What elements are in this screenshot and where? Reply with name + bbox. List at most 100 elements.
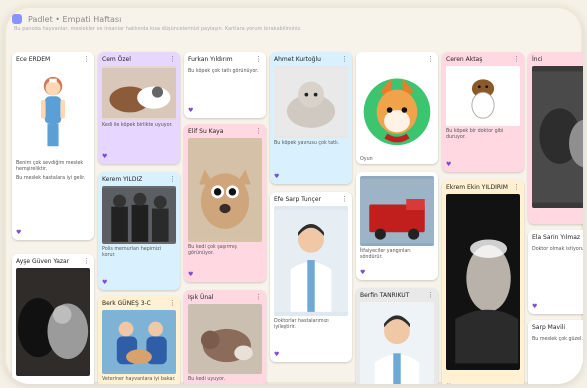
card[interactable]: Ayşe Güven Yazar ⋮: [12, 254, 94, 384]
card[interactable]: Elif Su Kaya ⋮ Bu kedi çok şaşırmış görü…: [184, 124, 266, 282]
card-menu-icon[interactable]: ⋮: [341, 195, 348, 203]
heart-icon[interactable]: ♥: [16, 229, 21, 236]
card-author: Ayşe Güven Yazar: [16, 257, 70, 265]
card[interactable]: Ceren Aktaş ⋮ Bu köpek bir doktor gibi du…: [442, 52, 524, 172]
doctor-image-2: [360, 305, 434, 384]
card[interactable]: Furkan Yıldırım ⋮ Bu köpek çok tatlı görü…: [184, 52, 266, 118]
card-author: Efe Sarp Tunçer: [274, 195, 321, 203]
card-author: Ela Sarin Yılmaz: [532, 233, 581, 241]
corgi-illustration: [360, 66, 434, 154]
doctor-dog-icon: [446, 68, 520, 124]
heart-icon[interactable]: ♥: [188, 107, 193, 114]
card-text: Doktor olmak istiyorum.: [532, 247, 583, 252]
card-author: Sarp Mavili: [532, 323, 566, 331]
card[interactable]: Berfin TANRIKUT ⋮: [356, 288, 438, 384]
card-text: Bu köpek çok tatlı görünüyor.: [188, 69, 259, 74]
card-text: Bu köpek yavrusu çok tatlı.: [274, 141, 340, 146]
card[interactable]: Berk GÜNEŞ 3-C ⋮ Veteriner hayvanlara iyi…: [98, 296, 180, 384]
cats-photo: [532, 66, 583, 208]
card-author: Ece ERDEM: [16, 55, 51, 63]
card-text: Doktorlar hastalarımızı iyileştirir.: [274, 319, 329, 330]
puppy-image: [274, 68, 348, 136]
card-author: Ekrem Ekin YILDIRIM: [446, 183, 508, 191]
card[interactable]: Ekrem Ekin YILDIRIM ⋮ ♥: [442, 180, 524, 384]
card-text-2: Bu meslek hastalara iyi gelir.: [16, 176, 86, 181]
heart-icon[interactable]: ♥: [102, 153, 107, 160]
heart-icon[interactable]: ♥: [274, 173, 279, 180]
sleeping-cat-photo: [188, 304, 262, 374]
card-menu-icon[interactable]: ⋮: [169, 299, 176, 307]
card[interactable]: Işık Ünal⋮ Bu kedi uyuyor. ♥: [184, 290, 266, 384]
card-menu-icon[interactable]: ⋮: [341, 55, 348, 63]
card-text: Kedi ile köpek birlikte uyuyor.: [102, 123, 173, 128]
card[interactable]: Cem Özel ⋮ Kedi ile köpek birlikte uyuyor…: [98, 52, 180, 164]
corgi-icon: [363, 78, 431, 146]
card-text: Bu meslek çok güzel.: [532, 337, 583, 342]
card-menu-icon[interactable]: ⋮: [83, 55, 90, 63]
card-menu-icon[interactable]: ⋮: [83, 257, 90, 265]
heart-icon[interactable]: ♥: [532, 303, 537, 310]
heart-icon[interactable]: ♥: [274, 351, 279, 358]
card-author: Kerem YILDIZ: [102, 175, 143, 183]
pets-photo: [102, 66, 176, 120]
firetruck-image: [360, 178, 434, 244]
board: Ece ERDEM ⋮ Benim çok sevdiğim meslek hem…: [12, 46, 583, 384]
card-author: Elif Su Kaya: [188, 127, 224, 135]
doctor-image: [274, 210, 348, 312]
card-text: Bu köpek bir doktor gibi duruyor.: [446, 129, 504, 140]
card-menu-icon[interactable]: ⋮: [169, 175, 176, 183]
card[interactable]: ⋮ Oyun: [356, 52, 438, 164]
card-menu-icon[interactable]: ⋮: [427, 291, 434, 299]
card-text: Benim çok sevdiğim meslek hemşireliktir.: [16, 161, 84, 172]
heart-icon[interactable]: ♥: [446, 383, 451, 384]
card-author: Cem Özel: [102, 55, 131, 63]
card-menu-icon[interactable]: ⋮: [513, 183, 520, 191]
card[interactable]: Ece ERDEM ⋮ Benim çok sevdiğim meslek hem…: [12, 52, 94, 240]
card-text: Veteriner hayvanlara iyi bakar.: [102, 377, 176, 382]
doctor-dog-illustration: [446, 66, 520, 126]
nurse-illustration: [16, 66, 90, 158]
heart-icon[interactable]: ♥: [102, 279, 107, 286]
card-menu-icon[interactable]: ⋮: [255, 293, 262, 301]
vet-image: [102, 312, 176, 372]
surprised-cat-image: [188, 141, 262, 239]
card-menu-icon[interactable]: ⋮: [255, 55, 262, 63]
card-text: Oyun: [360, 157, 373, 162]
card-author: İnci: [532, 55, 543, 63]
card-text: İtfaiyeciler yangınları söndürür.: [360, 249, 411, 260]
nurse-icon: [40, 76, 66, 147]
card-author: Ahmet Kurtoğlu: [274, 55, 321, 63]
heart-icon[interactable]: ♥: [188, 271, 193, 278]
card[interactable]: Kerem YILDIZ ⋮ Polis memurları hepimizi k…: [98, 172, 180, 290]
padlet-window: Padlet • Empati Haftası Bu panoda hayvan…: [4, 6, 583, 384]
heart-icon[interactable]: ♥: [360, 269, 365, 276]
card[interactable]: Sarp Mavili⋮ Bu meslek çok güzel. ♥: [528, 320, 583, 384]
card-menu-icon[interactable]: ⋮: [427, 55, 434, 63]
title-bar: Padlet • Empati Haftası: [12, 12, 575, 26]
puppy-photo: [274, 66, 348, 138]
card-menu-icon[interactable]: ⋮: [513, 55, 520, 63]
old-man-image: [446, 200, 520, 364]
card[interactable]: Efe Sarp Tunçer ⋮ Doktorlar hastalarımızı…: [270, 192, 352, 362]
police-photo: [102, 186, 176, 244]
app-logo-icon: [12, 14, 22, 24]
cat-dog-image: [16, 272, 90, 372]
card[interactable]: Ahmet Kurtoğlu ⋮ Bu köpek yavrusu çok tat…: [270, 52, 352, 184]
card[interactable]: İtfaiyeciler yangınları söndürür. ♥: [356, 172, 438, 280]
heart-icon[interactable]: ♥: [446, 161, 451, 168]
card[interactable]: İnci⋮: [528, 52, 583, 224]
card-author: Işık Ünal: [188, 293, 214, 301]
card-menu-icon[interactable]: ⋮: [255, 127, 262, 135]
card-author: Berk GÜNEŞ 3-C: [102, 299, 151, 307]
surprised-cat-photo: [188, 138, 262, 242]
sleeping-cat-image: [188, 306, 262, 372]
board-title: Padlet • Empati Haftası: [28, 14, 122, 24]
card-author: Ceren Aktaş: [446, 55, 483, 63]
card-text: Bu kedi uyuyor.: [188, 377, 226, 382]
cats-image: [532, 71, 583, 203]
card-menu-icon[interactable]: ⋮: [169, 55, 176, 63]
card-author: Berfin TANRIKUT: [360, 291, 410, 299]
card[interactable]: Ela Sarin Yılmaz⋮ Doktor olmak istiyorum…: [528, 230, 583, 314]
doctor-photo: [274, 206, 348, 316]
card-text: Bu kedi çok şaşırmış görünüyor.: [188, 245, 237, 256]
